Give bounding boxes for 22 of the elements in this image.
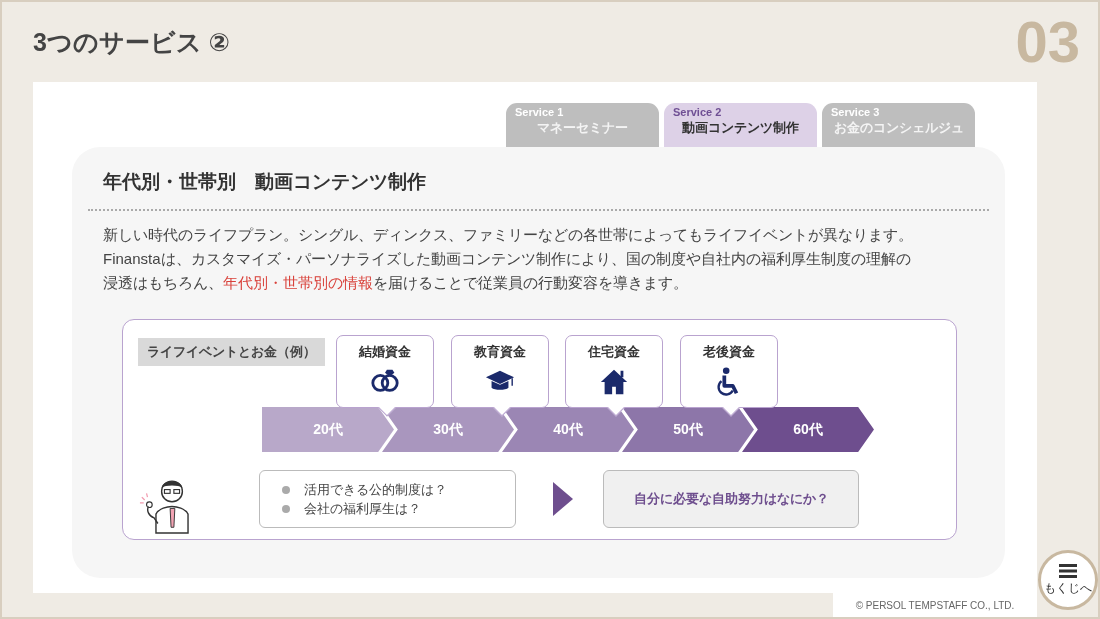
card-heading: 年代別・世帯別 動画コンテンツ制作 <box>103 170 427 194</box>
menu-icon <box>1059 563 1077 578</box>
age-segment: 20代 <box>262 407 394 452</box>
diagram-label: ライフイベントとお金（例） <box>138 338 325 366</box>
bullet-icon <box>282 504 290 513</box>
service-tab[interactable]: Service 2 動画コンテンツ制作 <box>664 103 817 147</box>
house-icon <box>599 367 629 397</box>
event-label: 教育資金 <box>473 343 526 361</box>
table-of-contents-button[interactable]: もくじへ <box>1038 550 1098 610</box>
age-segment: 60代 <box>742 407 874 452</box>
bullet-icon <box>282 485 290 494</box>
answer-box: 自分に必要な自助努力はなにか？ <box>603 470 859 528</box>
page-title: 3つのサービス ② <box>33 26 231 58</box>
event-label: 住宅資金 <box>588 343 640 361</box>
question-text: 会社の福利厚生は？ <box>304 499 421 518</box>
copyright-text: © PERSOL TEMPSTAFF CO., LTD. <box>833 593 1037 617</box>
event-label: 老後資金 <box>702 343 755 361</box>
question-text: 活用できる公的制度は？ <box>304 480 447 499</box>
event-label: 結婚資金 <box>359 343 411 361</box>
triangle-arrow-icon <box>553 482 573 516</box>
body-paragraph: 新しい時代のライフプラン。シングル、ディンクス、ファミリーなどの各世帯によってもライフイベントが異なります。Finanstaは、カスタマイズ・パーソナライズした動画コンテンツ制作により、国の制度や自社内の福利厚生制度の理解の浸透はもちろん、年代別・世帯別の情報を届けることで従業員の行動変容を導きます。 <box>103 225 914 293</box>
page-number: 03 <box>1015 13 1080 71</box>
